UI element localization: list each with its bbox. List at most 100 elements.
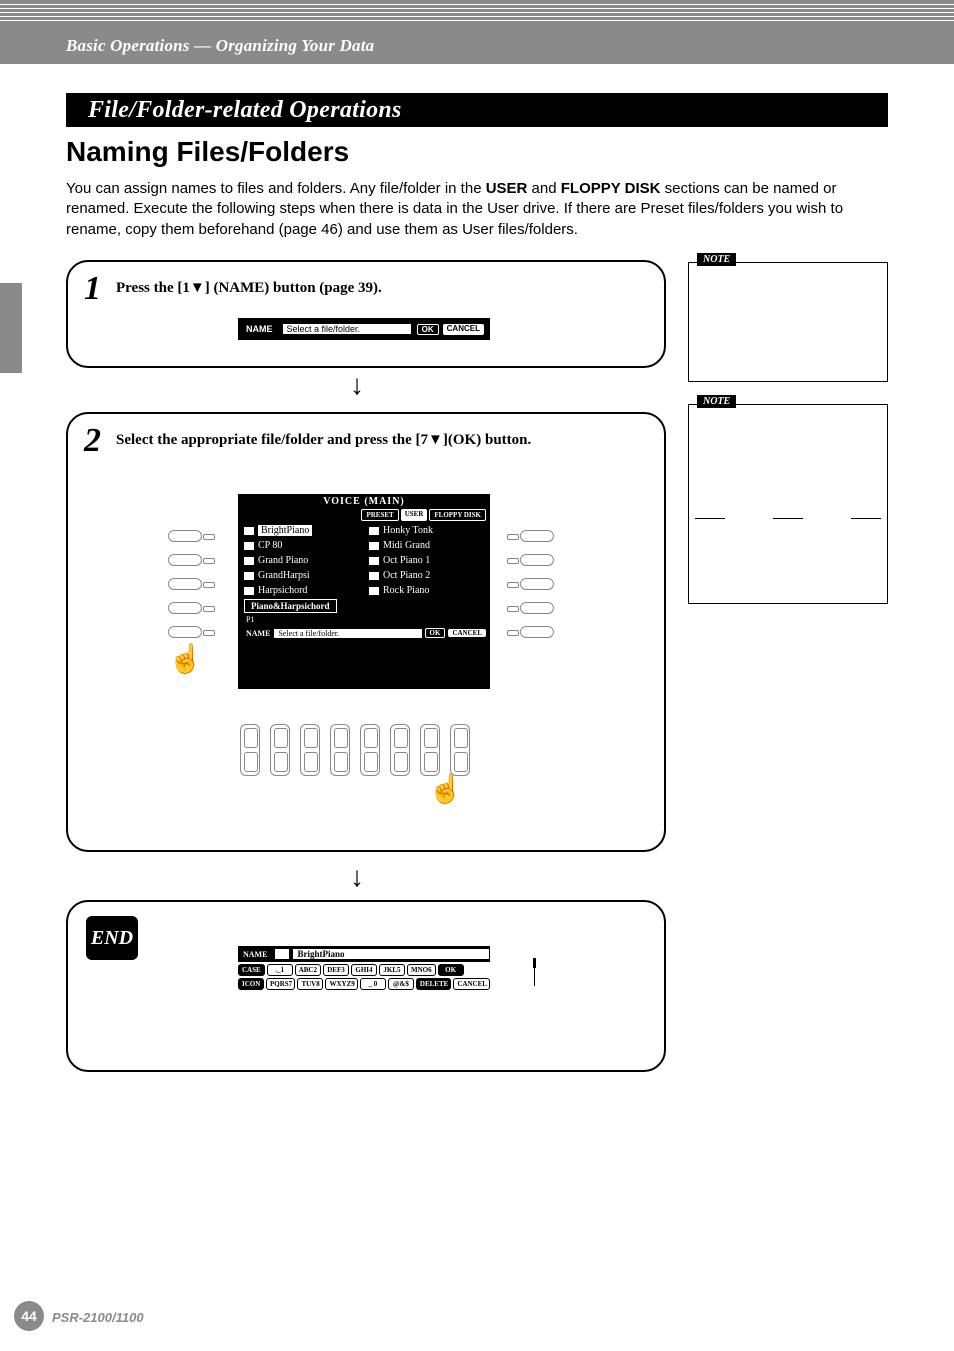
toggle-7[interactable] [420, 724, 440, 776]
voice-item[interactable]: CP 80 [244, 540, 359, 551]
note-1-body [689, 263, 887, 343]
key-def3[interactable]: DEF3 [323, 964, 349, 976]
breadcrumb: Basic Operations — Organizing Your Data [0, 30, 954, 56]
key-case[interactable]: CASE [238, 964, 265, 976]
hw-button-f[interactable] [520, 530, 554, 542]
page-top-rule [0, 0, 954, 30]
note-label: NOTE [697, 395, 736, 408]
tab-floppy[interactable]: FLOPPY DISK [429, 509, 486, 521]
hw-button-a[interactable] [168, 530, 202, 542]
hw-buttons-left [168, 530, 202, 638]
intro-paragraph: You can assign names to files and folder… [66, 179, 888, 240]
voice-item[interactable]: Harpsichord [244, 585, 359, 596]
bottom-toggles [240, 724, 470, 776]
voice-item[interactable]: Oct Piano 1 [369, 555, 484, 566]
key-1[interactable]: ._1 [267, 964, 293, 976]
step-2-number: 2 [84, 422, 101, 460]
intro-text-c: and [527, 180, 560, 197]
toggle-2[interactable] [270, 724, 290, 776]
hw-button-g[interactable] [520, 554, 554, 566]
note-label: NOTE [697, 253, 736, 266]
voice-item[interactable]: Grand Piano [244, 555, 359, 566]
key-delete[interactable]: DELETE [416, 978, 451, 990]
diagram-seg [851, 518, 881, 519]
heading-naming: Naming Files/Folders [66, 136, 349, 168]
voice-item[interactable]: Oct Piano 2 [369, 570, 484, 581]
voice-bottom-ok[interactable]: OK [425, 628, 446, 638]
page-number: 44 [14, 1301, 44, 1331]
hw-button-h[interactable] [520, 578, 554, 590]
voice-icon [369, 527, 379, 535]
hw-button-j[interactable] [520, 626, 554, 638]
hw-button-b[interactable] [168, 554, 202, 566]
voice-icon [244, 587, 254, 595]
voice-icon [244, 557, 254, 565]
voice-bottom-label: NAME [242, 629, 274, 638]
step-2-box: 2 Select the appropriate file/folder and… [66, 412, 666, 852]
key-mno6[interactable]: MNO6 [407, 964, 436, 976]
key-0[interactable]: _ 0 [360, 978, 386, 990]
voice-main-title: VOICE (MAIN) [238, 496, 490, 507]
hw-buttons-right [520, 530, 554, 638]
key-cancel[interactable]: CANCEL [453, 978, 490, 990]
key-ghi4[interactable]: GHI4 [351, 964, 377, 976]
voice-tabs: PRESET USER FLOPPY DISK [238, 509, 486, 521]
voice-item[interactable]: Midi Grand [369, 540, 484, 551]
voice-item[interactable]: Honky Tonk [369, 525, 484, 536]
voice-icon [244, 527, 254, 535]
toggle-8[interactable] [450, 724, 470, 776]
key-tuv8[interactable]: TUV8 [297, 978, 323, 990]
key-ok[interactable]: OK [438, 964, 464, 976]
voice-icon [369, 587, 379, 595]
diagram-seg [695, 518, 725, 519]
hw-button-d[interactable] [168, 602, 202, 614]
key-icon[interactable]: ICON [238, 978, 264, 990]
tab-preset[interactable]: PRESET [361, 509, 398, 521]
hw-button-i[interactable] [520, 602, 554, 614]
toggle-3[interactable] [300, 724, 320, 776]
step-2-text: Select the appropriate file/folder and p… [116, 432, 531, 449]
note-box-1: NOTE [688, 262, 888, 382]
lcd-ok-button[interactable]: OK [417, 324, 439, 335]
tab-user[interactable]: USER [401, 509, 428, 521]
note-box-2: NOTE [688, 404, 888, 604]
step-1-box: 1 Press the [1▼] (NAME) button (page 39)… [66, 260, 666, 368]
keypad-name-field[interactable]: BrightPiano [293, 949, 489, 959]
voice-page-indicator: P1 [246, 615, 490, 624]
voice-item[interactable]: BrightPiano [244, 525, 359, 536]
toggle-1[interactable] [240, 724, 260, 776]
voice-left-col: BrightPiano CP 80 Grand Piano GrandHarps… [244, 525, 359, 596]
key-symbols[interactable]: @&$ [388, 978, 414, 990]
key-jkl5[interactable]: JKL5 [379, 964, 405, 976]
section-banner: File/Folder-related Operations [66, 93, 888, 127]
voice-main-screen: VOICE (MAIN) PRESET USER FLOPPY DISK Bri… [238, 494, 490, 689]
step-1-text: Press the [1▼] (NAME) button (page 39). [116, 280, 382, 297]
name-entry-keypad: NAME BrightPiano CASE ._1 ABC2 DEF3 GHI4… [238, 946, 490, 996]
lcd-name-label: NAME [240, 324, 279, 334]
hw-button-c[interactable] [168, 578, 202, 590]
toggle-6[interactable] [390, 724, 410, 776]
voice-bottom-cancel[interactable]: CANCEL [448, 629, 486, 637]
file-icon [275, 949, 289, 959]
note-2-diagram [689, 485, 887, 525]
step-end-box: END NAME BrightPiano CASE ._1 ABC2 DEF3 … [66, 900, 666, 1072]
footer: 44 PSR-2100/1100 [0, 1303, 954, 1331]
intro-text-a: You can assign names to files and folder… [66, 180, 486, 197]
cursor-indicator [534, 968, 535, 986]
voice-icon [369, 542, 379, 550]
voice-category: Piano&Harpsichord [244, 599, 337, 613]
toggle-5[interactable] [360, 724, 380, 776]
step-1-number: 1 [84, 270, 101, 308]
voice-item[interactable]: Rock Piano [369, 585, 484, 596]
hw-button-e[interactable] [168, 626, 202, 638]
key-wxyz9[interactable]: WXYZ9 [325, 978, 357, 990]
toggle-4[interactable] [330, 724, 350, 776]
lcd-cancel-button[interactable]: CANCEL [443, 324, 484, 335]
hand-pointer-icon: ☝ [168, 642, 203, 676]
voice-icon [369, 557, 379, 565]
lcd-name-field: Select a file/folder. [283, 324, 411, 334]
keypad-name-label: NAME [239, 950, 271, 959]
voice-item[interactable]: GrandHarpsi [244, 570, 359, 581]
key-pqrs7[interactable]: PQRS7 [266, 978, 295, 990]
key-abc2[interactable]: ABC2 [295, 964, 321, 976]
